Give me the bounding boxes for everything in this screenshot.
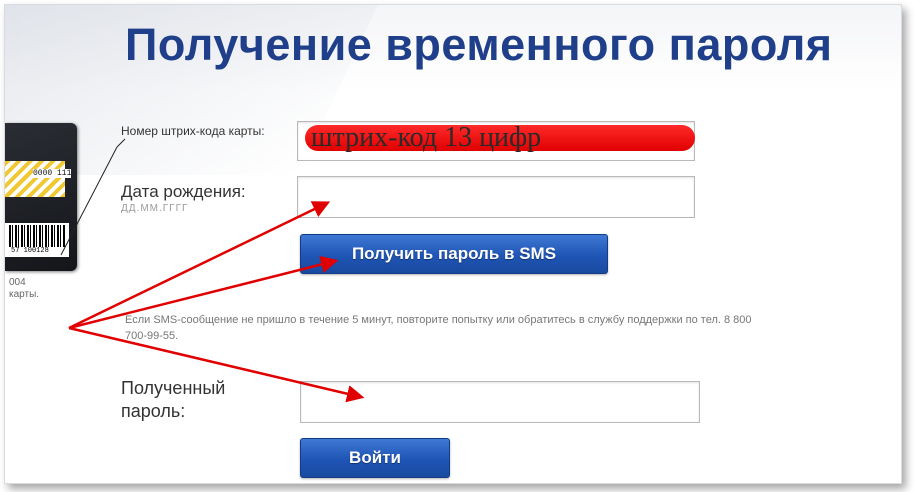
- page-frame: Получение временного пароля 0000 111 57 …: [4, 4, 902, 484]
- card-pointer-tip: [116, 138, 126, 148]
- card-pointer-line: [60, 146, 118, 256]
- arrow-to-sms-button: [68, 255, 339, 330]
- arrow-to-password-field: [68, 326, 365, 403]
- annotation-arrows: [60, 138, 365, 403]
- arrow-to-birth-date: [68, 201, 331, 330]
